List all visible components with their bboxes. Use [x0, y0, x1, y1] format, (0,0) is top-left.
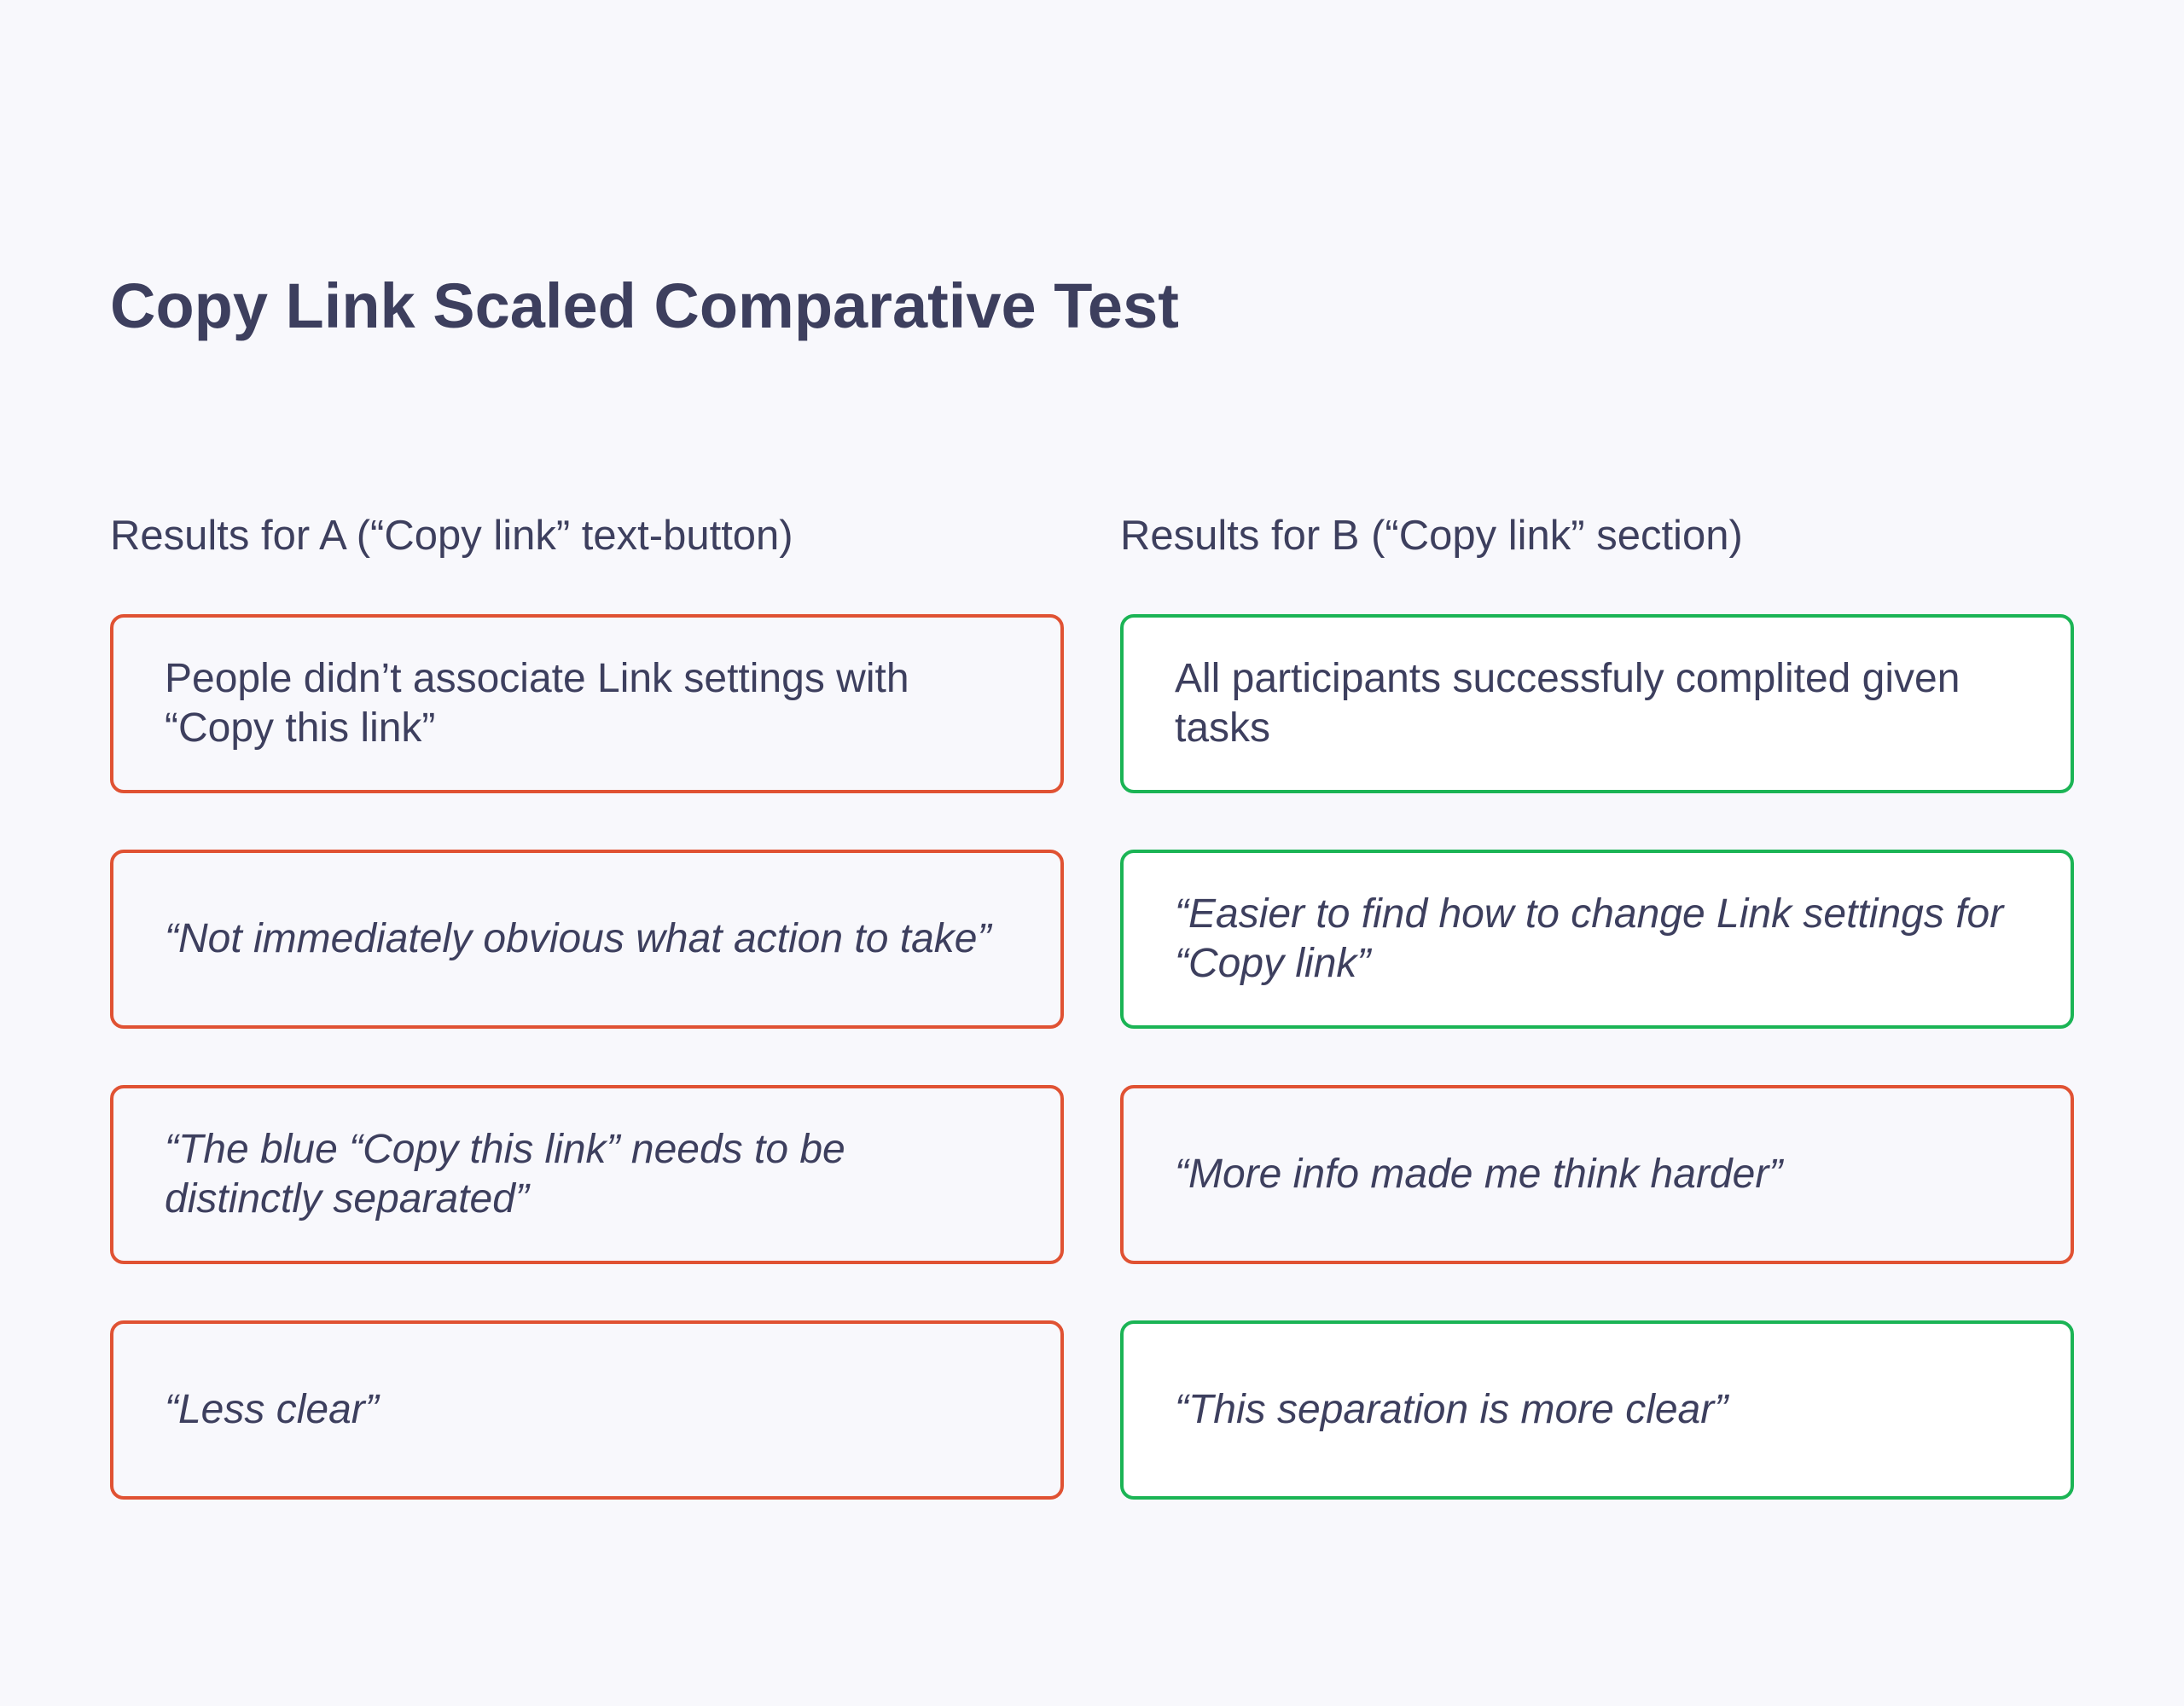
- result-card: “This separation is more clear”: [1120, 1320, 2074, 1500]
- result-card: All participants successfuly complited g…: [1120, 614, 2074, 793]
- page-title: Copy Link Scaled Comparative Test: [110, 270, 1179, 341]
- result-card-text: “Less clear”: [165, 1387, 379, 1432]
- result-card: “Less clear”: [110, 1320, 1064, 1500]
- result-card: “Not immediately obvious what action to …: [110, 850, 1064, 1029]
- result-card: People didn’t associate Link settings wi…: [110, 614, 1064, 793]
- results-list-a: People didn’t associate Link settings wi…: [110, 614, 1064, 1500]
- result-card: “The blue “Copy this link” needs to be d…: [110, 1085, 1064, 1264]
- result-card-text: “More info made me think harder”: [1175, 1152, 1783, 1197]
- result-card-text: “The blue “Copy this link” needs to be d…: [165, 1127, 845, 1221]
- result-card: “Easier to find how to change Link setti…: [1120, 850, 2074, 1029]
- results-column-b: Results for B (“Copy link” section) All …: [1120, 503, 2074, 1500]
- result-card-text: All participants successfuly complited g…: [1175, 656, 1960, 751]
- result-card-text: “This separation is more clear”: [1175, 1387, 1728, 1432]
- results-list-b: All participants successfuly complited g…: [1120, 614, 2074, 1500]
- column-heading-b: Results for B (“Copy link” section): [1120, 513, 1743, 559]
- results-column-a: Results for A (“Copy link” text-button) …: [110, 503, 1064, 1500]
- result-card-text: “Easier to find how to change Link setti…: [1175, 891, 2004, 986]
- result-card: “More info made me think harder”: [1120, 1085, 2074, 1264]
- result-card-text: “Not immediately obvious what action to …: [165, 916, 991, 961]
- column-heading-a: Results for A (“Copy link” text-button): [110, 513, 793, 559]
- result-card-text: People didn’t associate Link settings wi…: [165, 656, 909, 751]
